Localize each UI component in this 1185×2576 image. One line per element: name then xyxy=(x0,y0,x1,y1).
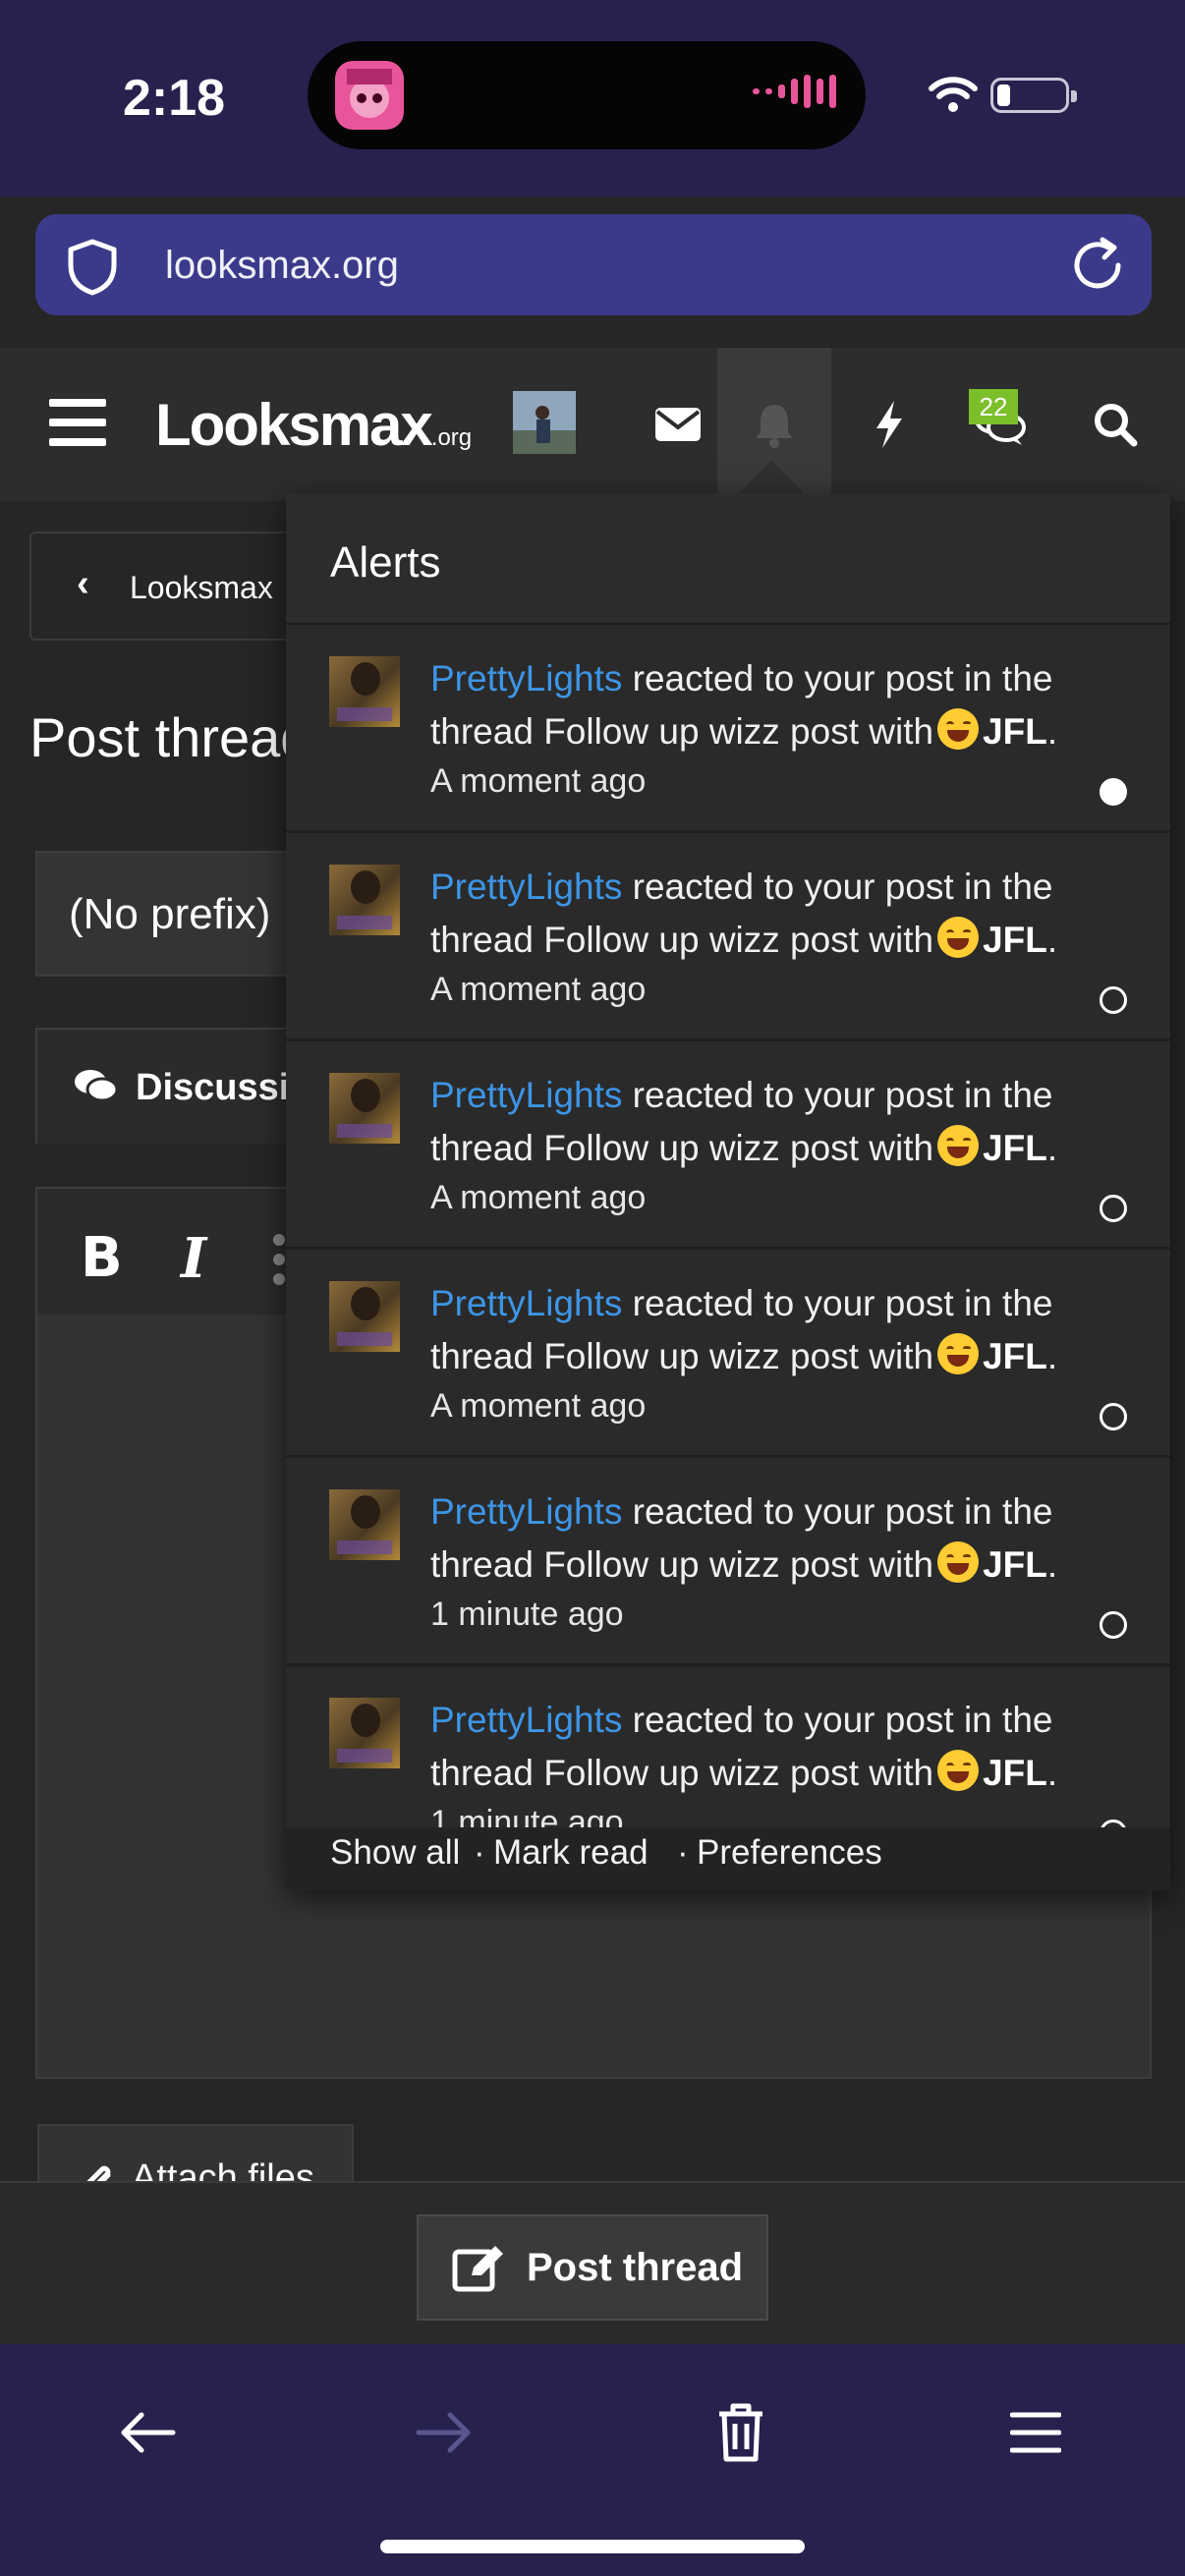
audio-waveform-icon xyxy=(753,75,836,108)
laughing-crying-emoji-icon xyxy=(937,1333,980,1374)
hamburger-icon[interactable] xyxy=(49,399,106,458)
url-bar[interactable]: looksmax.org xyxy=(35,214,1152,315)
site-logo[interactable]: Looksmax.org xyxy=(155,391,472,459)
url-text[interactable]: looksmax.org xyxy=(165,244,399,288)
alert-time: A moment ago xyxy=(430,762,647,800)
bolt-icon[interactable] xyxy=(837,348,941,501)
breadcrumb[interactable]: ‹ Looksmax xyxy=(29,532,324,641)
alert-time: 1 minute ago xyxy=(430,1804,624,1827)
alerts-list: PrettyLights reacted to your post in the… xyxy=(286,625,1170,1827)
alert-user-avatar[interactable] xyxy=(329,1698,400,1768)
alerts-header: Alerts xyxy=(286,493,1170,625)
page-title: Post thread xyxy=(29,706,311,768)
alert-reaction: JFL xyxy=(983,711,1047,752)
comments-icon xyxy=(75,1070,119,1102)
alert-user-avatar[interactable] xyxy=(329,865,400,935)
laughing-crying-emoji-icon xyxy=(937,1125,980,1166)
laughing-crying-emoji-icon xyxy=(937,708,980,750)
alert-item[interactable]: PrettyLights reacted to your post in the… xyxy=(286,1250,1170,1458)
alert-time: A moment ago xyxy=(430,1387,647,1425)
forward-arrow-icon[interactable] xyxy=(395,2383,493,2482)
alert-text[interactable]: PrettyLights reacted to your post in the… xyxy=(430,1069,1138,1175)
alert-text[interactable]: PrettyLights reacted to your post in the… xyxy=(430,861,1138,967)
alert-user-link[interactable]: PrettyLights xyxy=(430,867,622,907)
post-bar: Post thread xyxy=(0,2181,1185,2344)
alert-text[interactable]: PrettyLights reacted to your post in the… xyxy=(430,1694,1138,1800)
alert-text[interactable]: PrettyLights reacted to your post in the… xyxy=(430,1485,1138,1592)
alert-user-avatar[interactable] xyxy=(329,656,400,727)
read-status-toggle[interactable] xyxy=(1100,1611,1127,1639)
alert-text[interactable]: PrettyLights reacted to your post in the… xyxy=(430,652,1138,758)
alerts-footer: Show all · Mark read · Preferences xyxy=(286,1827,1170,1890)
post-thread-button[interactable]: Post thread xyxy=(417,2214,768,2321)
wifi-icon xyxy=(929,77,978,112)
alert-user-avatar[interactable] xyxy=(329,1073,400,1144)
shield-icon[interactable] xyxy=(65,238,120,297)
alert-item[interactable]: PrettyLights reacted to your post in the… xyxy=(286,1666,1170,1827)
alert-item[interactable]: PrettyLights reacted to your post in the… xyxy=(286,1041,1170,1250)
laughing-crying-emoji-icon xyxy=(937,1541,980,1583)
laughing-crying-emoji-icon xyxy=(937,917,980,958)
read-status-toggle[interactable] xyxy=(1100,986,1127,1014)
search-icon[interactable] xyxy=(1061,348,1169,501)
chevron-left-icon: ‹ xyxy=(77,563,89,604)
read-status-toggle[interactable] xyxy=(1100,1403,1127,1430)
site-header: Looksmax.org xyxy=(0,348,1185,501)
battery-icon xyxy=(990,78,1077,113)
status-bar: 2:18 xyxy=(0,0,1185,196)
reload-icon[interactable] xyxy=(1069,236,1126,295)
alert-user-avatar[interactable] xyxy=(329,1489,400,1560)
separator: · xyxy=(677,1833,689,1872)
read-status-toggle[interactable] xyxy=(1100,1820,1127,1827)
alert-item[interactable]: PrettyLights reacted to your post in the… xyxy=(286,1458,1170,1666)
alert-user-avatar[interactable] xyxy=(329,1281,400,1352)
read-status-toggle[interactable] xyxy=(1100,1195,1127,1222)
show-all-link[interactable]: Show all xyxy=(330,1833,460,1873)
trash-icon[interactable] xyxy=(692,2383,790,2482)
bold-button[interactable]: B xyxy=(81,1226,123,1290)
back-arrow-icon[interactable] xyxy=(98,2383,197,2482)
status-time: 2:18 xyxy=(123,70,226,127)
user-avatar[interactable] xyxy=(513,391,576,454)
alerts-dropdown: Alerts PrettyLights reacted to your post… xyxy=(286,493,1170,1890)
alert-time: A moment ago xyxy=(430,971,647,1008)
dynamic-island xyxy=(308,41,866,149)
italic-button[interactable]: I xyxy=(181,1226,206,1291)
alert-reaction: JFL xyxy=(983,1336,1047,1376)
alert-user-link[interactable]: PrettyLights xyxy=(430,658,622,699)
alert-item[interactable]: PrettyLights reacted to your post in the… xyxy=(286,833,1170,1041)
alert-time: 1 minute ago xyxy=(430,1596,624,1633)
home-indicator[interactable] xyxy=(380,2540,805,2553)
mail-icon[interactable] xyxy=(625,348,731,501)
alert-user-link[interactable]: PrettyLights xyxy=(430,1075,622,1115)
more-options-icon[interactable] xyxy=(273,1234,285,1293)
alert-reaction: JFL xyxy=(983,1128,1047,1168)
separator: · xyxy=(474,1833,485,1872)
alert-time: A moment ago xyxy=(430,1179,647,1216)
comments-icon[interactable] xyxy=(945,348,1055,501)
read-status-toggle[interactable] xyxy=(1100,778,1127,806)
menu-icon[interactable] xyxy=(987,2383,1085,2482)
alert-user-link[interactable]: PrettyLights xyxy=(430,1700,622,1740)
mark-read-link[interactable]: Mark read xyxy=(493,1833,649,1873)
alert-reaction: JFL xyxy=(983,1753,1047,1793)
alert-user-link[interactable]: PrettyLights xyxy=(430,1283,622,1323)
alert-user-link[interactable]: PrettyLights xyxy=(430,1491,622,1532)
laughing-crying-emoji-icon xyxy=(937,1750,980,1791)
now-playing-artwork xyxy=(335,61,404,130)
alert-item[interactable]: PrettyLights reacted to your post in the… xyxy=(286,625,1170,833)
preferences-link[interactable]: Preferences xyxy=(697,1833,882,1873)
alert-reaction: JFL xyxy=(983,920,1047,960)
conversations-badge: 22 xyxy=(969,389,1018,424)
edit-icon xyxy=(452,2246,503,2292)
alert-reaction: JFL xyxy=(983,1544,1047,1585)
alert-text[interactable]: PrettyLights reacted to your post in the… xyxy=(430,1277,1138,1383)
